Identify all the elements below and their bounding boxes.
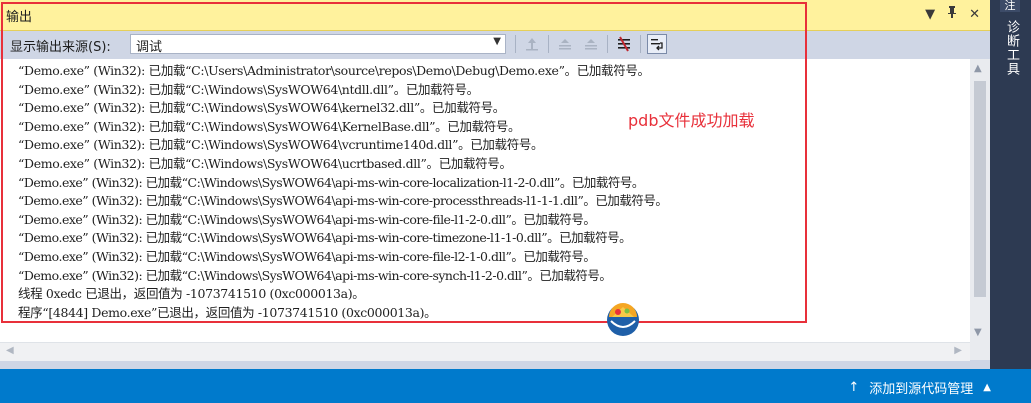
output-line: “Demo.exe” (Win32): 已加载“C:\Windows\SysWO… [18, 155, 512, 171]
scroll-thumb[interactable] [974, 81, 986, 297]
annotation-text: pdb文件成功加载 [628, 111, 755, 130]
output-line: “Demo.exe” (Win32): 已加载“C:\Windows\SysWO… [18, 230, 632, 246]
horizontal-scrollbar[interactable]: ◀ ▶ [0, 342, 970, 361]
status-bar: ↑ 添加到源代码管理 ▲ [0, 369, 1031, 403]
diagnostic-tools-tab[interactable]: 诊断工具 [1001, 20, 1021, 110]
close-icon[interactable]: ✕ [969, 6, 980, 24]
panel-titlebar: 输出 ▼ ✕ [0, 0, 990, 31]
chevron-down-icon: ▼ [493, 36, 501, 47]
source-select[interactable]: 调试 ▼ [130, 34, 506, 55]
scroll-up-icon[interactable]: ▲ [974, 63, 982, 74]
toolbar-icons [515, 34, 667, 54]
output-line: “Demo.exe” (Win32): 已加载“C:\Windows\SysWO… [18, 193, 668, 209]
side-tab-top[interactable]: 注 [1000, 0, 1020, 12]
scroll-left-icon[interactable]: ◀ [6, 345, 14, 356]
output-line: “Demo.exe” (Win32): 已加载“C:\Windows\SysWO… [18, 248, 596, 264]
word-wrap-icon[interactable] [647, 34, 667, 54]
arrow-up-icon: ↑ [848, 380, 860, 395]
output-line: “Demo.exe” (Win32): 已加载“C:\Windows\SysWO… [18, 137, 544, 153]
watermark-logo-icon [607, 303, 639, 336]
output-text-area[interactable]: “Demo.exe” (Win32): 已加载“C:\Users\Adminis… [0, 59, 970, 342]
output-line: “Demo.exe” (Win32): 已加载“C:\Windows\SysWO… [18, 100, 505, 116]
output-line: “Demo.exe” (Win32): 已加载“C:\Windows\SysWO… [18, 118, 521, 134]
output-line: 线程 0xedc 已退出，返回值为 -1073741510 (0xc000013… [18, 286, 365, 302]
source-select-value: 调试 [136, 40, 163, 55]
toolbar-separator [548, 35, 549, 53]
source-label: 显示输出来源(S): [10, 40, 111, 55]
output-line: “Demo.exe” (Win32): 已加载“C:\Windows\SysWO… [18, 267, 612, 283]
output-lines: “Demo.exe” (Win32): 已加载“C:\Users\Adminis… [18, 62, 668, 322]
toolbar-separator [607, 35, 608, 53]
toolbar-separator [515, 35, 516, 53]
output-toolbar: 显示输出来源(S): 调试 ▼ [0, 31, 990, 58]
output-line: “Demo.exe” (Win32): 已加载“C:\Windows\SysWO… [18, 211, 596, 227]
output-panel: 输出 ▼ ✕ 显示输出来源(S): 调试 ▼ “Demo.exe” (Win32… [0, 0, 990, 369]
output-line: “Demo.exe” (Win32): 已加载“C:\Windows\SysWO… [18, 174, 644, 190]
scroll-down-icon[interactable]: ▼ [974, 327, 982, 338]
titlebar-buttons: ▼ ✕ [925, 5, 980, 25]
pin-icon[interactable] [947, 5, 957, 25]
find-message-in-code-icon[interactable] [522, 34, 542, 54]
vertical-scrollbar[interactable]: ▲ ▼ [970, 59, 990, 342]
toolbar-separator [640, 35, 641, 53]
go-to-next-message-icon[interactable] [581, 34, 601, 54]
dropdown-arrow-icon[interactable]: ▼ [925, 6, 935, 24]
add-to-source-control-button[interactable]: ↑ 添加到源代码管理 ▲ [848, 378, 991, 397]
output-line: “Demo.exe” (Win32): 已加载“C:\Windows\SysWO… [18, 81, 479, 97]
output-line: “Demo.exe” (Win32): 已加载“C:\Users\Adminis… [18, 63, 650, 78]
scrollbar-corner [970, 342, 990, 360]
output-line: 程序“[4844] Demo.exe”已退出，返回值为 -1073741510 … [18, 304, 437, 320]
source-control-label: 添加到源代码管理 [869, 382, 974, 397]
caret-up-icon: ▲ [983, 382, 991, 393]
clear-all-icon[interactable] [614, 34, 634, 54]
scroll-right-icon[interactable]: ▶ [954, 345, 962, 356]
panel-title: 输出 [6, 10, 33, 25]
go-to-previous-message-icon[interactable] [555, 34, 575, 54]
